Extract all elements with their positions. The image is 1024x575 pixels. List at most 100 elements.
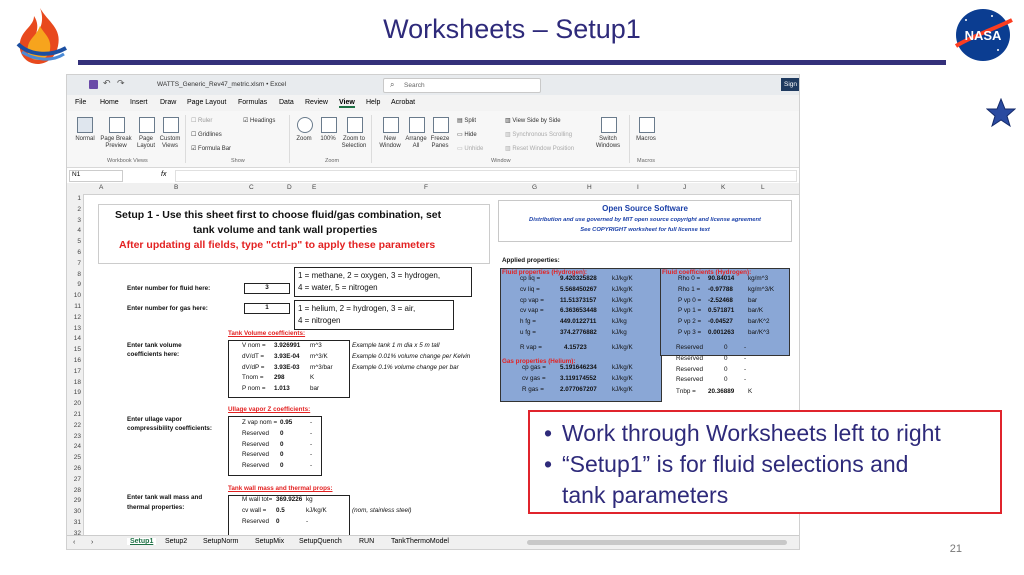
tnbp-value[interactable]: 20.36889 [708,388,734,395]
row-number[interactable]: 24 [67,443,81,450]
row-number[interactable]: 10 [67,292,81,299]
arrange-all-button[interactable]: Arrange All [403,136,429,150]
row-number[interactable]: 22 [67,422,81,429]
row-value[interactable]: 3.93E-03 [274,364,300,371]
fx-icon[interactable]: fx [161,171,166,178]
arrange-all-icon[interactable] [409,117,425,133]
row-number[interactable]: 30 [67,508,81,515]
row-number[interactable]: 2 [67,206,81,213]
page-break-button[interactable]: Page Break Preview [100,136,132,150]
menu-formulas[interactable]: Formulas [238,99,267,106]
row-value[interactable]: -0.04527 [708,318,733,325]
row-value[interactable]: 3.119174552 [560,375,596,382]
signin-button[interactable]: Sign [781,78,799,91]
zoom-button[interactable]: Zoom [293,136,315,143]
row-number[interactable]: 20 [67,400,81,407]
sheet-prev-arrow[interactable]: ‹ [73,539,75,546]
ruler-checkbox[interactable]: ☐ Ruler [191,117,212,124]
row-number[interactable]: 13 [67,325,81,332]
row-value[interactable]: 449.0122711 [560,318,596,325]
row-value[interactable]: -2.52468 [708,297,733,304]
zoom-100-icon[interactable] [321,117,337,133]
name-box[interactable]: N1 [69,170,123,182]
row-value[interactable]: 3.93E-04 [274,353,300,360]
row-number[interactable]: 16 [67,357,81,364]
headings-checkbox[interactable]: ☑ Headings [243,117,275,124]
sheet-tab-setup2[interactable]: Setup2 [165,538,187,545]
row-value[interactable]: 0.95 [280,419,292,426]
row-value[interactable]: 298 [274,374,285,381]
split-button[interactable]: ▤ Split [457,117,476,124]
formula-input[interactable] [175,170,797,182]
sheet-scrollbar[interactable] [527,540,787,545]
col-j[interactable]: J [683,184,686,191]
row-number[interactable]: 25 [67,454,81,461]
menu-draw[interactable]: Draw [160,99,176,106]
new-window-icon[interactable] [383,117,399,133]
col-e[interactable]: E [312,184,316,191]
gas-number-input[interactable]: 1 [244,303,290,314]
row-value[interactable]: 0.001263 [708,329,734,336]
gridlines-checkbox[interactable]: ☐ Gridlines [191,131,222,138]
row-value[interactable]: 1.013 [274,385,290,392]
row-number[interactable]: 28 [67,487,81,494]
row-number[interactable]: 5 [67,238,81,245]
macros-icon[interactable] [639,117,655,133]
freeze-panes-button[interactable]: Freeze Panes [427,136,453,150]
redo-icon[interactable]: ↷ [117,78,125,89]
row-number[interactable]: 3 [67,217,81,224]
menu-home[interactable]: Home [100,99,119,106]
row-number[interactable]: 26 [67,465,81,472]
reserved-value[interactable]: 0 [724,366,728,373]
row-value[interactable]: 0 [276,518,280,525]
reserved-value[interactable]: 0 [724,355,728,362]
col-b[interactable]: B [174,184,178,191]
row-value[interactable]: 3.926991 [274,342,300,349]
col-c[interactable]: C [249,184,254,191]
row-value[interactable]: 6.363653448 [560,307,597,314]
col-a[interactable]: A [99,184,103,191]
fluid-number-input[interactable]: 3 [244,283,290,294]
save-icon[interactable] [89,80,98,89]
new-window-button[interactable]: New Window [377,136,403,150]
custom-views-button[interactable]: Custom Views [157,136,183,150]
zoom-icon[interactable] [297,117,313,133]
row-number[interactable]: 12 [67,314,81,321]
freeze-panes-icon[interactable] [433,117,449,133]
page-layout-icon[interactable] [139,117,155,133]
row-number[interactable]: 19 [67,389,81,396]
page-break-icon[interactable] [109,117,125,133]
col-h[interactable]: H [587,184,592,191]
row-value[interactable]: 0.571871 [708,307,734,314]
row-number[interactable]: 27 [67,476,81,483]
row-number[interactable]: 4 [67,227,81,234]
row-value[interactable]: 90.84014 [708,275,734,282]
row-value[interactable]: 9.420325828 [560,275,597,282]
col-i[interactable]: I [637,184,639,191]
row-number[interactable]: 6 [67,249,81,256]
row-value[interactable]: 5.568450267 [560,286,597,293]
row-value[interactable]: 0 [280,441,284,448]
switch-windows-button[interactable]: Switch Windows [593,136,623,150]
row-number[interactable]: 18 [67,379,81,386]
row-number[interactable]: 23 [67,433,81,440]
normal-view-icon[interactable] [77,117,93,133]
zoom-100-button[interactable]: 100% [317,136,339,143]
row-number[interactable]: 15 [67,346,81,353]
sheet-tab-setup1[interactable]: Setup1 [127,538,157,545]
macros-button[interactable]: Macros [633,136,659,143]
row-value[interactable]: 0 [280,430,284,437]
menu-review[interactable]: Review [305,99,328,106]
row-number[interactable]: 21 [67,411,81,418]
formula-bar-checkbox[interactable]: ☑ Formula Bar [191,145,231,152]
sheet-next-arrow[interactable]: › [91,539,93,546]
row-number[interactable]: 31 [67,519,81,526]
menu-page-layout[interactable]: Page Layout [187,99,226,106]
switch-windows-icon[interactable] [601,117,617,133]
sheet-tab-tankthermomodel[interactable]: TankThermoModel [391,538,449,545]
row-number[interactable]: 8 [67,271,81,278]
sheet-tab-setupquench[interactable]: SetupQuench [299,538,342,545]
row-value[interactable]: 0.5 [276,507,285,514]
row-value[interactable]: 0 [280,451,284,458]
row-value[interactable]: 2.077067207 [560,386,597,393]
